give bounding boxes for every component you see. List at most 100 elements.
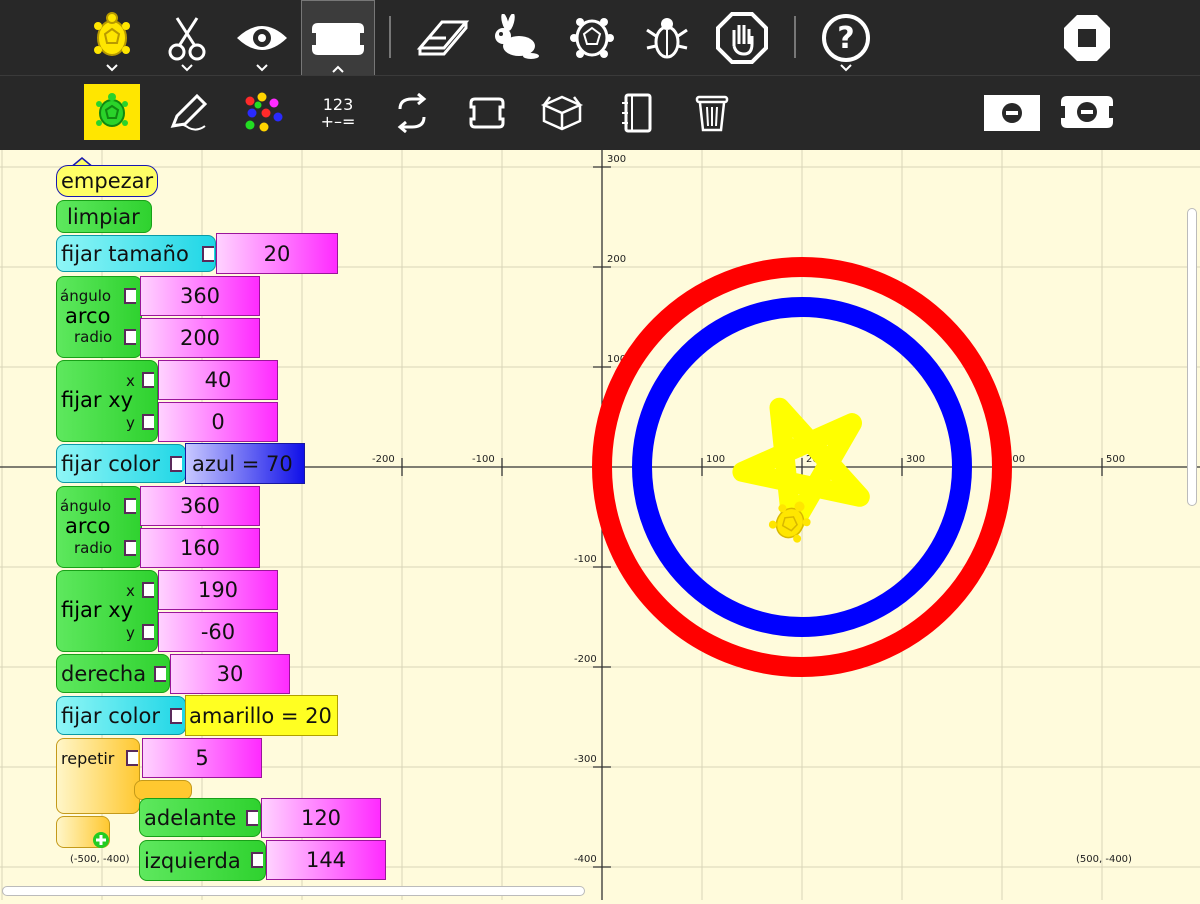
setxy2-x-value[interactable]: 190 — [158, 570, 278, 610]
arc2-angle-value[interactable]: 360 — [140, 486, 260, 526]
setsize-value[interactable]: 20 — [216, 233, 338, 274]
extras-palette-icon[interactable] — [533, 84, 591, 142]
y-tick-label: -300 — [574, 754, 597, 765]
toolbar-separator — [389, 16, 391, 58]
trash-icon[interactable] — [683, 84, 741, 142]
right-label: derecha — [61, 661, 147, 686]
setxy1-x-value[interactable]: 40 — [158, 360, 278, 400]
toolbar-separator — [794, 16, 796, 58]
setsize-label: fijar tamaño — [61, 241, 189, 266]
numbers-label-top: 123 — [322, 95, 354, 114]
connector — [170, 456, 182, 472]
connector — [124, 498, 136, 514]
arc1-angle-label: ángulo — [60, 287, 112, 305]
forward-label: adelante — [144, 805, 237, 830]
stop-activity-icon[interactable] — [1052, 0, 1122, 75]
forward-value[interactable]: 120 — [261, 798, 381, 838]
left-label: izquierda — [144, 848, 241, 873]
x-tick-label: -100 — [472, 454, 495, 465]
stop-hand-icon[interactable] — [707, 0, 777, 75]
arc2-radius-value[interactable]: 160 — [140, 528, 260, 568]
connector — [170, 708, 182, 724]
connector — [124, 288, 136, 304]
setcolor2-label: fijar color — [61, 703, 160, 728]
expand-plus-icon[interactable] — [92, 831, 110, 849]
connector — [251, 852, 263, 868]
setcolor-block-2[interactable]: fijar color — [56, 696, 186, 735]
blocks-palette-icon[interactable] — [458, 84, 516, 142]
setcolor1-value[interactable]: azul = 70 — [185, 443, 305, 484]
run-fast-rabbit-icon[interactable] — [482, 0, 552, 75]
setxy1-y-label: y — [126, 414, 135, 432]
numbers-label-bottom: +–= — [320, 112, 356, 131]
turtle-palette-icon[interactable] — [84, 84, 140, 140]
clear-block[interactable]: limpiar — [56, 200, 152, 233]
connector — [142, 414, 154, 430]
y-tick-label: -200 — [574, 654, 597, 665]
arc2-angle-label: ángulo — [60, 497, 112, 515]
activity-turtle-icon[interactable] — [77, 0, 147, 75]
x-tick-label: 300 — [906, 454, 925, 465]
eraser-icon[interactable] — [408, 0, 478, 75]
connector — [142, 372, 154, 388]
x-tick-label: -200 — [372, 454, 395, 465]
hide-blocks-icon[interactable] — [1058, 92, 1116, 132]
left-value[interactable]: 144 — [266, 840, 386, 880]
palettes-block-icon[interactable] — [301, 0, 375, 76]
connector — [126, 750, 138, 766]
flow-palette-icon[interactable] — [383, 84, 441, 142]
y-tick-label: -100 — [574, 554, 597, 565]
x-tick-label: 100 — [706, 454, 725, 465]
arc2-radius-label: radio — [74, 539, 113, 557]
forward-block[interactable]: adelante — [139, 798, 261, 837]
connector — [246, 810, 258, 826]
setsize-block[interactable]: fijar tamaño — [56, 235, 216, 272]
arc2-label: arco — [65, 514, 111, 538]
edit-scissors-icon[interactable] — [152, 0, 222, 75]
left-block[interactable]: izquierda — [139, 840, 266, 881]
setxy2-label: fijar xy — [61, 598, 134, 622]
connector — [202, 246, 214, 262]
setcolor2-value[interactable]: amarillo = 20 — [185, 695, 338, 736]
right-value[interactable]: 30 — [170, 654, 290, 694]
horizontal-scrollbar[interactable] — [2, 886, 585, 896]
arc1-label: arco — [65, 304, 111, 328]
shrink-blocks-icon[interactable] — [984, 95, 1040, 131]
colors-palette-icon[interactable] — [233, 84, 291, 142]
setxy1-y-value[interactable]: 0 — [158, 402, 278, 442]
debug-bug-icon[interactable] — [632, 0, 702, 75]
sensors-notebook-icon[interactable] — [608, 84, 666, 142]
setxy1-label: fijar xy — [61, 388, 134, 412]
y-tick-label: -400 — [574, 854, 597, 865]
connector — [142, 582, 154, 598]
repeat-label: repetir — [61, 749, 115, 768]
setxy2-x-label: x — [126, 582, 135, 600]
connector — [154, 666, 166, 682]
setcolor1-label: fijar color — [61, 451, 160, 476]
arc1-angle-value[interactable]: 360 — [140, 276, 260, 316]
start-block[interactable]: empezar — [56, 165, 158, 197]
repeat-value[interactable]: 5 — [142, 738, 262, 778]
connector — [124, 329, 136, 345]
palette-toolbar: 123 +–= — [0, 75, 1200, 150]
y-tick-label: 200 — [607, 254, 626, 265]
right-block[interactable]: derecha — [56, 654, 170, 693]
clear-label: limpiar — [67, 204, 140, 229]
view-eye-icon[interactable] — [227, 0, 297, 75]
corner-bottom-right: (500, -400) — [1076, 854, 1132, 865]
setxy1-x-label: x — [126, 372, 135, 390]
x-tick-label: 500 — [1106, 454, 1125, 465]
help-icon[interactable]: ? — [811, 0, 881, 75]
setxy2-y-label: y — [126, 624, 135, 642]
repeat-clamp-arm — [134, 780, 192, 800]
corner-bottom-left: (-500, -400) — [70, 854, 130, 865]
run-slow-turtle-icon[interactable] — [557, 0, 627, 75]
setcolor-block-1[interactable]: fijar color — [56, 444, 186, 483]
numbers-palette-icon[interactable]: 123 +–= — [309, 84, 367, 142]
main-toolbar: ? — [0, 0, 1200, 76]
setxy2-y-value[interactable]: -60 — [158, 612, 278, 652]
vertical-scrollbar[interactable] — [1187, 208, 1197, 506]
arc1-radius-value[interactable]: 200 — [140, 318, 260, 358]
pen-palette-icon[interactable] — [159, 84, 217, 142]
arc1-radius-label: radio — [74, 328, 113, 346]
